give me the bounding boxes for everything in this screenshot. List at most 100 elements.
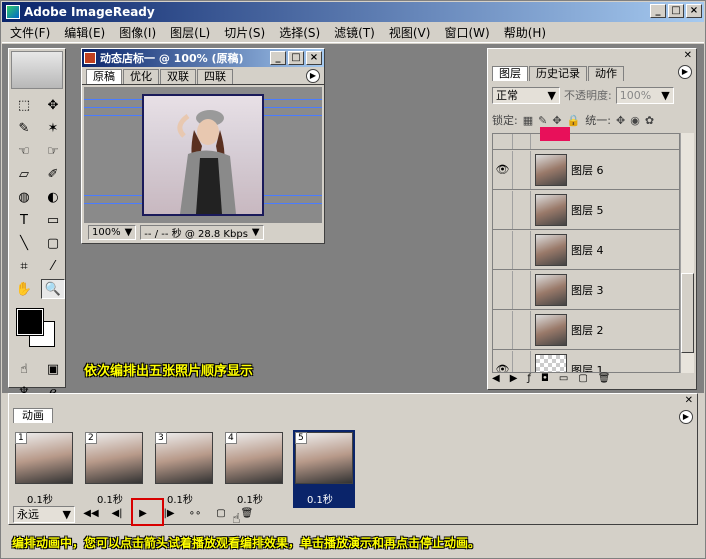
tab-optimized[interactable]: 优化 [123, 69, 159, 84]
color-swatches[interactable] [15, 307, 59, 351]
lock-transparency-icon[interactable]: ▦ [523, 114, 533, 127]
duplicate-frame-icon[interactable]: ▢ [211, 507, 231, 521]
menu-slice[interactable]: 切片(S) [224, 24, 265, 41]
rectangle-tool-icon[interactable]: ▭ [41, 210, 65, 230]
unify-position-icon[interactable]: ✥ [616, 114, 625, 127]
add-mask-icon[interactable]: ◘ [541, 373, 549, 384]
new-layer-icon[interactable]: ▢ [578, 373, 587, 384]
unify-style-icon[interactable]: ✿ [645, 114, 654, 127]
animation-panel: ✕ 动画 ▶ 1 0.1秒 2 0.1秒 3 0.1秒 4 0.1秒 5 0.1… [8, 393, 698, 525]
tab-history[interactable]: 历史记录 [529, 66, 587, 81]
close-button[interactable]: × [686, 4, 702, 18]
zoom-tool-icon[interactable]: 🔍 [41, 279, 65, 299]
doc-close-button[interactable]: × [306, 51, 322, 65]
new-set-icon[interactable]: ▭ [559, 373, 568, 384]
frame-number: 2 [85, 432, 97, 444]
menu-window[interactable]: 窗口(W) [444, 24, 489, 41]
frame-number: 5 [295, 432, 307, 444]
menu-select[interactable]: 选择(S) [279, 24, 320, 41]
frame-delay[interactable]: 0.1秒 [167, 491, 193, 506]
rounded-rect-icon[interactable]: ▢ [41, 233, 65, 253]
menu-filter[interactable]: 滤镜(T) [334, 24, 375, 41]
animation-frame[interactable]: 2 0.1秒 [83, 430, 145, 508]
eyedropper-icon[interactable]: ⁄ [41, 256, 65, 276]
hand-tool-icon[interactable]: ✋ [12, 279, 36, 299]
opacity-field[interactable]: 100% ▼ [615, 86, 674, 104]
menu-image[interactable]: 图像(I) [119, 24, 156, 41]
layer-row[interactable]: 👁 图层 1 [493, 350, 679, 372]
frame-delay[interactable]: 0.1秒 [307, 491, 333, 506]
layer-row[interactable]: 图层 2 [493, 310, 679, 350]
menu-edit[interactable]: 编辑(E) [64, 24, 105, 41]
animation-frame-selected[interactable]: 5 0.1秒 [293, 430, 355, 508]
image-map-icon[interactable]: ⌗ [12, 256, 36, 276]
brush-tool-icon[interactable]: ✐ [41, 164, 65, 184]
tween-icon[interactable]: ∘∘ [185, 507, 205, 521]
minimize-button[interactable]: _ [650, 4, 666, 18]
move-tool-icon[interactable]: ✥ [41, 95, 65, 115]
crop-hand-icon[interactable]: ☜ [12, 141, 36, 161]
foreground-color[interactable] [16, 308, 44, 336]
blur-tool-icon[interactable]: ◐ [41, 187, 65, 207]
tab-4up[interactable]: 四联 [197, 69, 233, 84]
toggle-slice-icon[interactable]: ☝ [12, 359, 36, 379]
frame-delay[interactable]: 0.1秒 [97, 491, 123, 506]
download-time-dropdown[interactable]: -- / -- 秒 @ 28.8 Kbps ▼ [140, 224, 264, 240]
layer-row-partial[interactable] [493, 134, 679, 150]
tab-2up[interactable]: 双联 [160, 69, 196, 84]
first-frame-icon[interactable]: ◀◀ [81, 507, 101, 521]
layer-list: 👁 图层 6 图层 5 图层 4 图层 3 图层 2 👁 图层 1 [492, 133, 680, 373]
lasso-tool-icon[interactable]: ✎ [12, 118, 36, 138]
visibility-eye-icon[interactable]: 👁 [493, 150, 513, 189]
lock-all-icon[interactable]: 🔒 [567, 114, 581, 127]
layer-row[interactable]: 图层 5 [493, 190, 679, 230]
line-tool-icon[interactable]: ╲ [12, 233, 36, 253]
preview-icon[interactable]: ▣ [41, 359, 65, 379]
tab-actions[interactable]: 动作 [588, 66, 624, 81]
type-tool-icon[interactable]: T [12, 210, 36, 230]
paint-bucket-icon[interactable]: ◍ [12, 187, 36, 207]
tab-animation[interactable]: 动画 [13, 408, 53, 423]
layer-row[interactable]: 👁 图层 6 [493, 150, 679, 190]
highlight-box [131, 498, 164, 526]
doc-maximize-button[interactable]: □ [288, 51, 304, 65]
animation-frame[interactable]: 1 0.1秒 [13, 430, 75, 508]
menu-file[interactable]: 文件(F) [10, 24, 50, 41]
prev-frame-icon[interactable]: ◀| [107, 507, 127, 521]
frame-delay[interactable]: 0.1秒 [237, 491, 263, 506]
anim-menu-icon[interactable]: ▶ [679, 410, 693, 424]
panel-close-icon[interactable]: ✕ [684, 50, 692, 61]
eraser-tool-icon[interactable]: ▱ [12, 164, 36, 184]
tab-original[interactable]: 原稿 [86, 69, 122, 84]
zoom-dropdown[interactable]: 100% ▼ [88, 224, 137, 240]
doc-minimize-button[interactable]: _ [270, 51, 286, 65]
tab-layers[interactable]: 图层 [492, 66, 528, 81]
frame-delay[interactable]: 0.1秒 [27, 491, 53, 506]
lock-paint-icon[interactable]: ✎ [538, 114, 547, 127]
magic-wand-icon[interactable]: ✶ [41, 118, 65, 138]
next-icon[interactable]: ▶ [510, 373, 518, 384]
animation-frame[interactable]: 3 0.1秒 [153, 430, 215, 508]
layers-menu-icon[interactable]: ▶ [678, 65, 692, 79]
unify-visibility-icon[interactable]: ◉ [630, 114, 640, 127]
menu-layer[interactable]: 图层(L) [170, 24, 210, 41]
layer-row[interactable]: 图层 3 [493, 270, 679, 310]
menu-view[interactable]: 视图(V) [389, 24, 431, 41]
lock-move-icon[interactable]: ✥ [552, 114, 561, 127]
slice-select-icon[interactable]: ☞ [41, 141, 65, 161]
visibility-eye-icon[interactable]: 👁 [493, 350, 513, 372]
menu-help[interactable]: 帮助(H) [504, 24, 546, 41]
document-menu-icon[interactable]: ▶ [306, 69, 320, 83]
anim-close-icon[interactable]: ✕ [685, 395, 693, 406]
prev-icon[interactable]: ◀ [492, 373, 500, 384]
document-canvas[interactable] [84, 87, 322, 223]
layer-row[interactable]: 图层 4 [493, 230, 679, 270]
loop-select[interactable]: 永远 ▼ [13, 505, 75, 523]
layer-style-icon[interactable]: ƒ [527, 373, 531, 384]
delete-layer-icon[interactable]: 🗑 [598, 373, 611, 384]
maximize-button[interactable]: □ [668, 4, 684, 18]
blend-mode-select[interactable]: 正常 ▼ [492, 86, 560, 104]
marquee-tool-icon[interactable]: ⬚ [12, 95, 36, 115]
layers-scrollbar[interactable] [680, 133, 694, 373]
animation-frame[interactable]: 4 0.1秒 [223, 430, 285, 508]
